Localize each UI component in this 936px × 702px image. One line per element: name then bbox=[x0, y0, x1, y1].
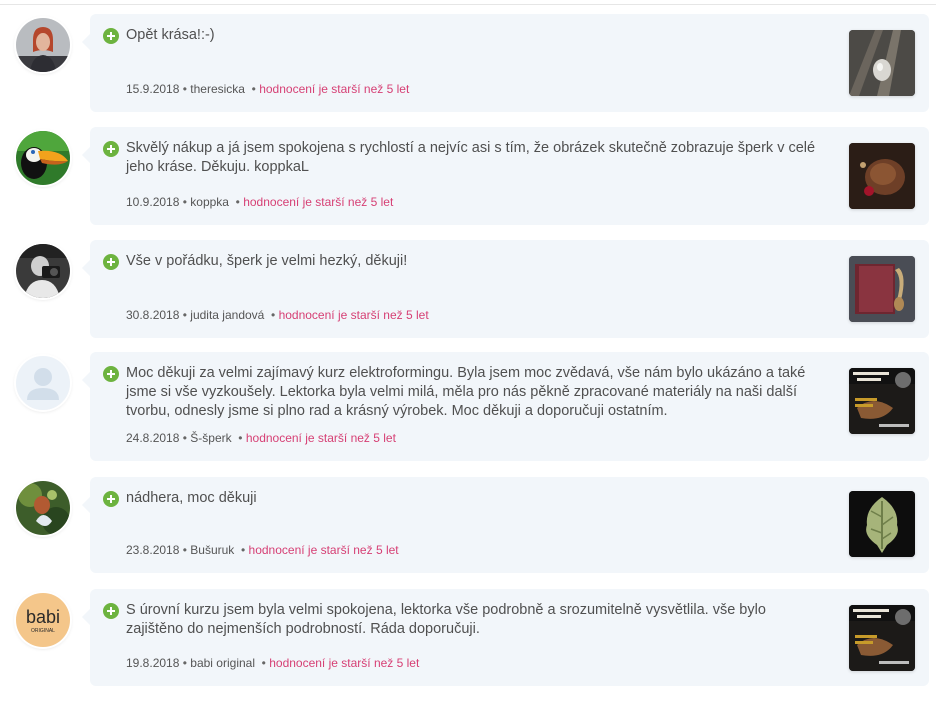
review-text: Moc děkuji za velmi zajímavý kurz elektr… bbox=[126, 365, 806, 419]
pendant-on-rails-photo[interactable] bbox=[849, 30, 915, 96]
review-meta: 24.8.2018 • Š-šperk • hodnocení je starš… bbox=[126, 431, 396, 445]
review-author[interactable]: koppka bbox=[190, 195, 229, 209]
review-text: Opět krása!:-) bbox=[126, 27, 215, 43]
review-date: 24.8.2018 bbox=[126, 431, 180, 445]
review-date: 10.9.2018 bbox=[126, 195, 180, 209]
review-age-note: hodnocení je starší než 5 let bbox=[243, 195, 394, 209]
review-meta: 23.8.2018 • Bušuruk • hodnocení je starš… bbox=[126, 543, 399, 557]
electroforming-course-poster[interactable] bbox=[849, 605, 915, 671]
review-meta: 19.8.2018 • babi original • hodnocení je… bbox=[126, 656, 420, 670]
review-text: S úrovní kurzu jsem byla velmi spokojena… bbox=[126, 602, 766, 637]
review-date: 19.8.2018 bbox=[126, 656, 180, 670]
review-author[interactable]: Š-šperk bbox=[190, 431, 231, 445]
review-bubble: Skvělý nákup a já jsem spokojena s rychl… bbox=[82, 127, 929, 225]
review-text: Skvělý nákup a já jsem spokojena s rychl… bbox=[126, 140, 816, 175]
review-bubble: Vše v pořádku, šperk je velmi hezký, děk… bbox=[82, 240, 929, 338]
green-leaf-pendant-photo[interactable] bbox=[849, 491, 915, 557]
positive-rating-icon bbox=[103, 603, 119, 619]
review-age-note: hodnocení je starší než 5 let bbox=[278, 308, 429, 322]
toucan-avatar[interactable] bbox=[16, 131, 70, 185]
babi-original-logo-avatar[interactable]: babi ORIGINAL bbox=[16, 593, 70, 647]
person-photographer-avatar[interactable] bbox=[16, 244, 70, 298]
review-author[interactable]: Bušuruk bbox=[190, 543, 234, 557]
positive-rating-icon bbox=[103, 366, 119, 382]
review-text: Vše v pořádku, šperk je velmi hezký, děk… bbox=[126, 253, 408, 269]
book-with-pendant-photo[interactable] bbox=[849, 256, 915, 322]
review-bubble: nádhera, moc děkuji 23.8.2018 • Bušuruk … bbox=[82, 477, 929, 573]
electroforming-course-poster[interactable] bbox=[849, 368, 915, 434]
review-age-note: hodnocení je starší než 5 let bbox=[248, 543, 399, 557]
review-text: nádhera, moc děkuji bbox=[126, 490, 257, 506]
review-meta: 15.9.2018 • theresicka • hodnocení je st… bbox=[126, 82, 410, 96]
default-user-avatar[interactable] bbox=[16, 356, 70, 410]
walnut-pendant-photo[interactable] bbox=[849, 143, 915, 209]
review-meta: 10.9.2018 • koppka • hodnocení je starší… bbox=[126, 195, 394, 209]
positive-rating-icon bbox=[103, 141, 119, 157]
review-age-note: hodnocení je starší než 5 let bbox=[269, 656, 420, 670]
review-author[interactable]: judita jandová bbox=[190, 308, 264, 322]
review-age-note: hodnocení je starší než 5 let bbox=[259, 82, 410, 96]
review-date: 30.8.2018 bbox=[126, 308, 180, 322]
nature-avatar[interactable] bbox=[16, 481, 70, 535]
review-bubble: S úrovní kurzu jsem byla velmi spokojena… bbox=[82, 589, 929, 686]
review-meta: 30.8.2018 • judita jandová • hodnocení j… bbox=[126, 308, 429, 322]
review-list: Opět krása!:-) 15.9.2018 • theresicka • … bbox=[0, 0, 936, 702]
positive-rating-icon bbox=[103, 491, 119, 507]
positive-rating-icon bbox=[103, 28, 119, 44]
review-date: 23.8.2018 bbox=[126, 543, 180, 557]
positive-rating-icon bbox=[103, 254, 119, 270]
review-author[interactable]: babi original bbox=[190, 656, 255, 670]
review-bubble: Opět krása!:-) 15.9.2018 • theresicka • … bbox=[82, 14, 929, 112]
review-date: 15.9.2018 bbox=[126, 82, 180, 96]
review-author[interactable]: theresicka bbox=[190, 82, 245, 96]
babi-logo-subtext: ORIGINAL bbox=[31, 628, 55, 634]
woman-portrait-avatar[interactable] bbox=[16, 18, 70, 72]
review-bubble: Moc děkuji za velmi zajímavý kurz elektr… bbox=[82, 352, 929, 461]
review-age-note: hodnocení je starší než 5 let bbox=[245, 431, 396, 445]
babi-logo-text: babi bbox=[26, 607, 60, 627]
